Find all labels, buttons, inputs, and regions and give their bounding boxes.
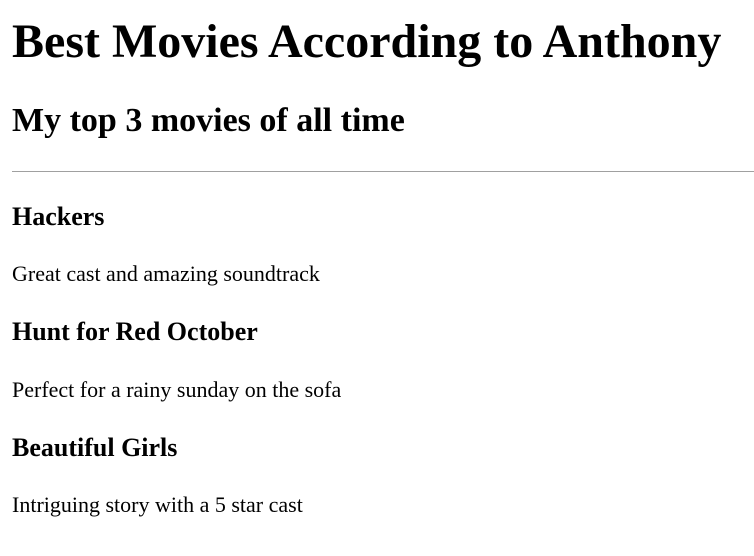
movie-description: Intriguing story with a 5 star cast xyxy=(12,492,303,517)
page: Best Movies According to Anthony My top … xyxy=(0,0,754,556)
movie-title: Hunt for Red October xyxy=(12,317,258,346)
movie-description: Great cast and amazing soundtrack xyxy=(12,261,320,286)
page-title: Best Movies According to Anthony xyxy=(12,15,722,68)
movie-title: Hackers xyxy=(12,202,105,231)
movie-description: Perfect for a rainy sunday on the sofa xyxy=(12,377,342,402)
movie-title: Beautiful Girls xyxy=(12,433,178,462)
divider xyxy=(12,171,754,172)
page-subtitle: My top 3 movies of all time xyxy=(12,102,405,139)
